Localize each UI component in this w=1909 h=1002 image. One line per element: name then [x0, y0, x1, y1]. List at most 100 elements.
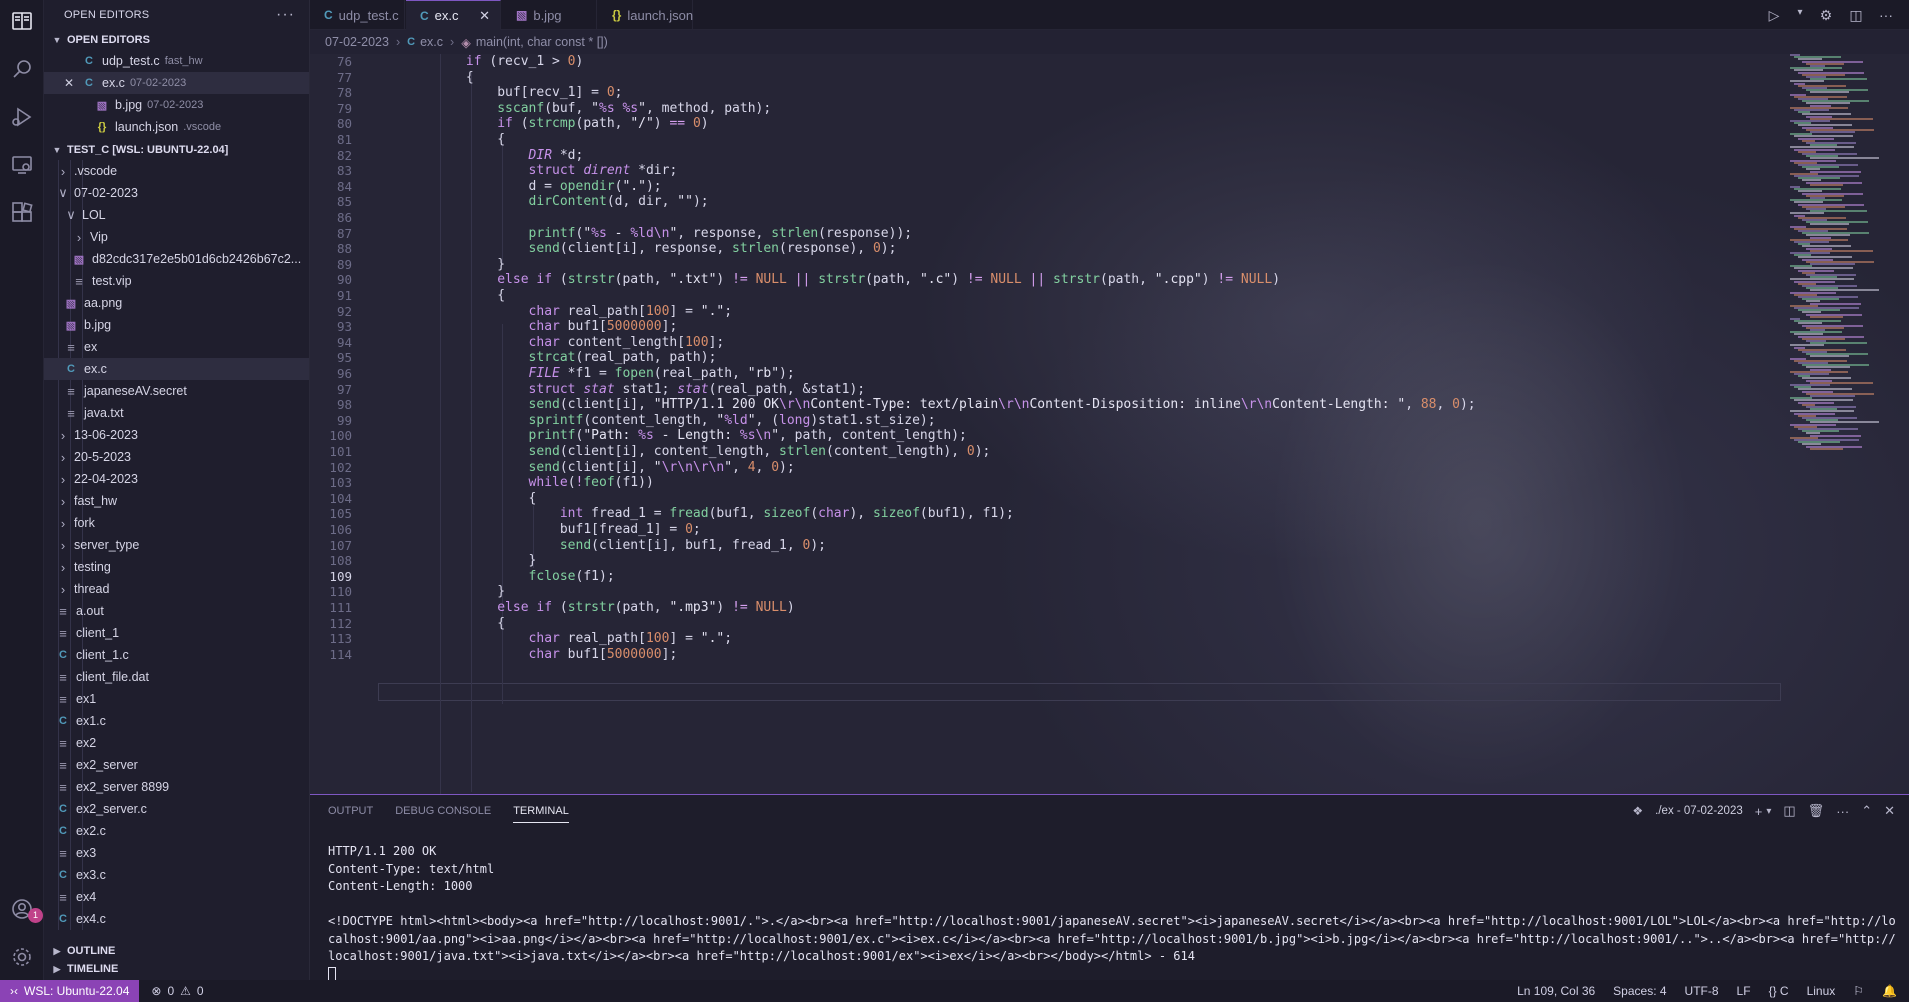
chevron-down-icon[interactable]: ▾ — [1795, 7, 1805, 24]
tree-item[interactable]: › Vip — [44, 226, 309, 248]
timeline-section[interactable]: ▶ TIMELINE — [44, 960, 309, 978]
code-editor[interactable]: 76 if (recv_1 > 0) 77 {78 buf[recv_1] = 0… — [310, 54, 1909, 794]
split-editor-icon[interactable]: ◫ — [1847, 7, 1865, 24]
terminal-output[interactable]: HTTP/1.1 200 OK Content-Type: text/html Co… — [328, 843, 1898, 983]
file-description: 07-02-2023 — [129, 77, 187, 89]
text-file-icon: ≡ — [59, 757, 67, 773]
tree-item-label: ex3.c — [76, 868, 106, 882]
tree-item[interactable]: ≡ java.txt — [44, 402, 309, 424]
trash-icon[interactable]: 🗑 — [1808, 803, 1825, 819]
open-editor-item[interactable]: ✕ Cex.c 07-02-2023 — [44, 72, 309, 94]
bell-icon[interactable]: 🔔 — [1882, 984, 1897, 998]
breadcrumb-symbol[interactable]: main(int, char const * []) — [476, 35, 608, 49]
panel-tabs: OUTPUT DEBUG CONSOLE TERMINAL — [328, 805, 569, 823]
chevron-down-icon[interactable]: ▾ — [1766, 806, 1771, 817]
more-actions-icon[interactable]: ··· — [1836, 804, 1849, 819]
run-file-icon[interactable]: ▷ — [1765, 7, 1783, 24]
open-editor-item[interactable]: ▧ b.jpg 07-02-2023 — [44, 94, 309, 116]
tree-item[interactable]: ≡ ex1 — [44, 688, 309, 710]
tab-udp_test-c[interactable]: Cudp_test.c — [310, 0, 405, 30]
terminal-name[interactable]: ./ex - 07-02-2023 — [1655, 805, 1743, 817]
tree-item[interactable]: ▧ aa.png — [44, 292, 309, 314]
tree-item[interactable]: › 22-04-2023 — [44, 468, 309, 490]
problems-indicator[interactable]: ⊗ 0 ⚠ 0 — [151, 984, 203, 998]
open-editor-item[interactable]: Cudp_test.c fast_hw — [44, 50, 309, 72]
minimap[interactable] — [1790, 54, 1900, 794]
tree-item-label: ex — [84, 340, 98, 354]
extensions-icon[interactable] — [9, 200, 35, 226]
c-file-icon: C — [407, 36, 416, 48]
settings-gear-icon[interactable] — [9, 944, 35, 970]
tree-item[interactable]: Cex.c — [44, 358, 309, 380]
workspace-section[interactable]: ▼ TEST_C [WSL: UBUNTU-22.04] — [44, 140, 309, 160]
open-editor-item[interactable]: {} launch.json .vscode — [44, 116, 309, 138]
feedback-icon[interactable]: ⚐ — [1853, 984, 1864, 998]
search-icon[interactable] — [9, 56, 35, 82]
tab-b-jpg[interactable]: ▧ b.jpg — [502, 0, 597, 30]
maximize-panel-icon[interactable]: ⌃ — [1861, 803, 1872, 819]
tree-item[interactable]: Cex2_server.c — [44, 798, 309, 820]
tree-item[interactable]: Cclient_1.c — [44, 644, 309, 666]
tree-item[interactable]: ≡ client_1 — [44, 622, 309, 644]
tree-item[interactable]: ≡ test.vip — [44, 270, 309, 292]
tab-launch-json[interactable]: {} launch.json — [598, 0, 693, 30]
tab-ex-c[interactable]: Cex.c ✕ — [406, 0, 501, 30]
panel-tab-debug-console[interactable]: DEBUG CONSOLE — [395, 805, 491, 823]
tree-item[interactable]: › fork — [44, 512, 309, 534]
tree-item[interactable]: ∨ 07-02-2023 — [44, 182, 309, 204]
tree-item[interactable]: › .vscode — [44, 160, 309, 182]
encoding[interactable]: UTF-8 — [1685, 984, 1719, 998]
tree-item[interactable]: ∨ LOL — [44, 204, 309, 226]
tree-item[interactable]: Cex4.c — [44, 908, 309, 930]
language-mode[interactable]: {} C — [1769, 984, 1789, 998]
code-line: DIR *d; — [528, 148, 584, 163]
cursor-position[interactable]: Ln 109, Col 36 — [1517, 984, 1595, 998]
tree-item[interactable]: ≡ client_file.dat — [44, 666, 309, 688]
platform[interactable]: Linux — [1807, 984, 1836, 998]
remote-indicator[interactable]: ›‹ WSL: Ubuntu-22.04 — [0, 980, 140, 1002]
tree-item[interactable]: ≡ ex4 — [44, 886, 309, 908]
more-actions-icon[interactable]: ··· — [1877, 7, 1895, 24]
breadcrumb-folder[interactable]: 07-02-2023 — [325, 35, 389, 49]
tree-item[interactable]: › 13-06-2023 — [44, 424, 309, 446]
add-terminal-icon[interactable]: + — [1755, 804, 1763, 819]
tree-item[interactable]: Cex1.c — [44, 710, 309, 732]
end-of-line[interactable]: LF — [1737, 984, 1751, 998]
account-icon[interactable]: 1 — [9, 896, 43, 923]
tree-item[interactable]: › server_type — [44, 534, 309, 556]
panel-tab-output[interactable]: OUTPUT — [328, 805, 373, 823]
close-icon[interactable]: ✕ — [479, 8, 490, 24]
close-panel-icon[interactable]: ✕ — [1884, 803, 1895, 819]
tree-item[interactable]: › testing — [44, 556, 309, 578]
tree-item[interactable]: Cex2.c — [44, 820, 309, 842]
tree-item[interactable]: ≡ ex2 — [44, 732, 309, 754]
tree-item[interactable]: ≡ a.out — [44, 600, 309, 622]
panel-tab-terminal[interactable]: TERMINAL — [513, 805, 569, 823]
tree-item[interactable]: ▧ d82cdc317e2e5b01d6cb2426b67c2... — [44, 248, 309, 270]
close-icon[interactable]: ✕ — [64, 76, 74, 90]
tree-item[interactable]: › 20-5-2023 — [44, 446, 309, 468]
tree-item[interactable]: ≡ ex2_server 8899 — [44, 776, 309, 798]
run-debug-icon[interactable] — [9, 104, 35, 130]
tree-item[interactable]: › fast_hw — [44, 490, 309, 512]
tree-item[interactable]: Cex3.c — [44, 864, 309, 886]
tree-item-label: ex1 — [76, 692, 97, 706]
explorer-icon[interactable] — [9, 8, 35, 34]
indentation[interactable]: Spaces: 4 — [1613, 984, 1666, 998]
split-terminal-icon[interactable]: ◫ — [1783, 803, 1795, 819]
tree-item-label: Vip — [90, 230, 108, 244]
code-line: printf("%s - %ld\n", response, strlen(re… — [528, 226, 913, 241]
open-editors-section[interactable]: ▼ OPEN EDITORS — [44, 30, 309, 50]
tree-item[interactable]: › thread — [44, 578, 309, 600]
image-file-icon: ▧ — [96, 99, 108, 112]
tree-item[interactable]: ≡ ex3 — [44, 842, 309, 864]
gear-icon[interactable]: ⚙ — [1817, 7, 1835, 24]
tree-item[interactable]: ≡ japaneseAV.secret — [44, 380, 309, 402]
breadcrumb-file[interactable]: ex.c — [420, 35, 443, 49]
tree-item[interactable]: ▧ b.jpg — [44, 314, 309, 336]
tree-item[interactable]: ≡ ex — [44, 336, 309, 358]
remote-explorer-icon[interactable] — [9, 152, 35, 178]
more-actions-icon[interactable]: ··· — [276, 6, 295, 24]
tree-item[interactable]: ≡ ex2_server — [44, 754, 309, 776]
outline-section[interactable]: ▶ OUTLINE — [44, 942, 309, 960]
